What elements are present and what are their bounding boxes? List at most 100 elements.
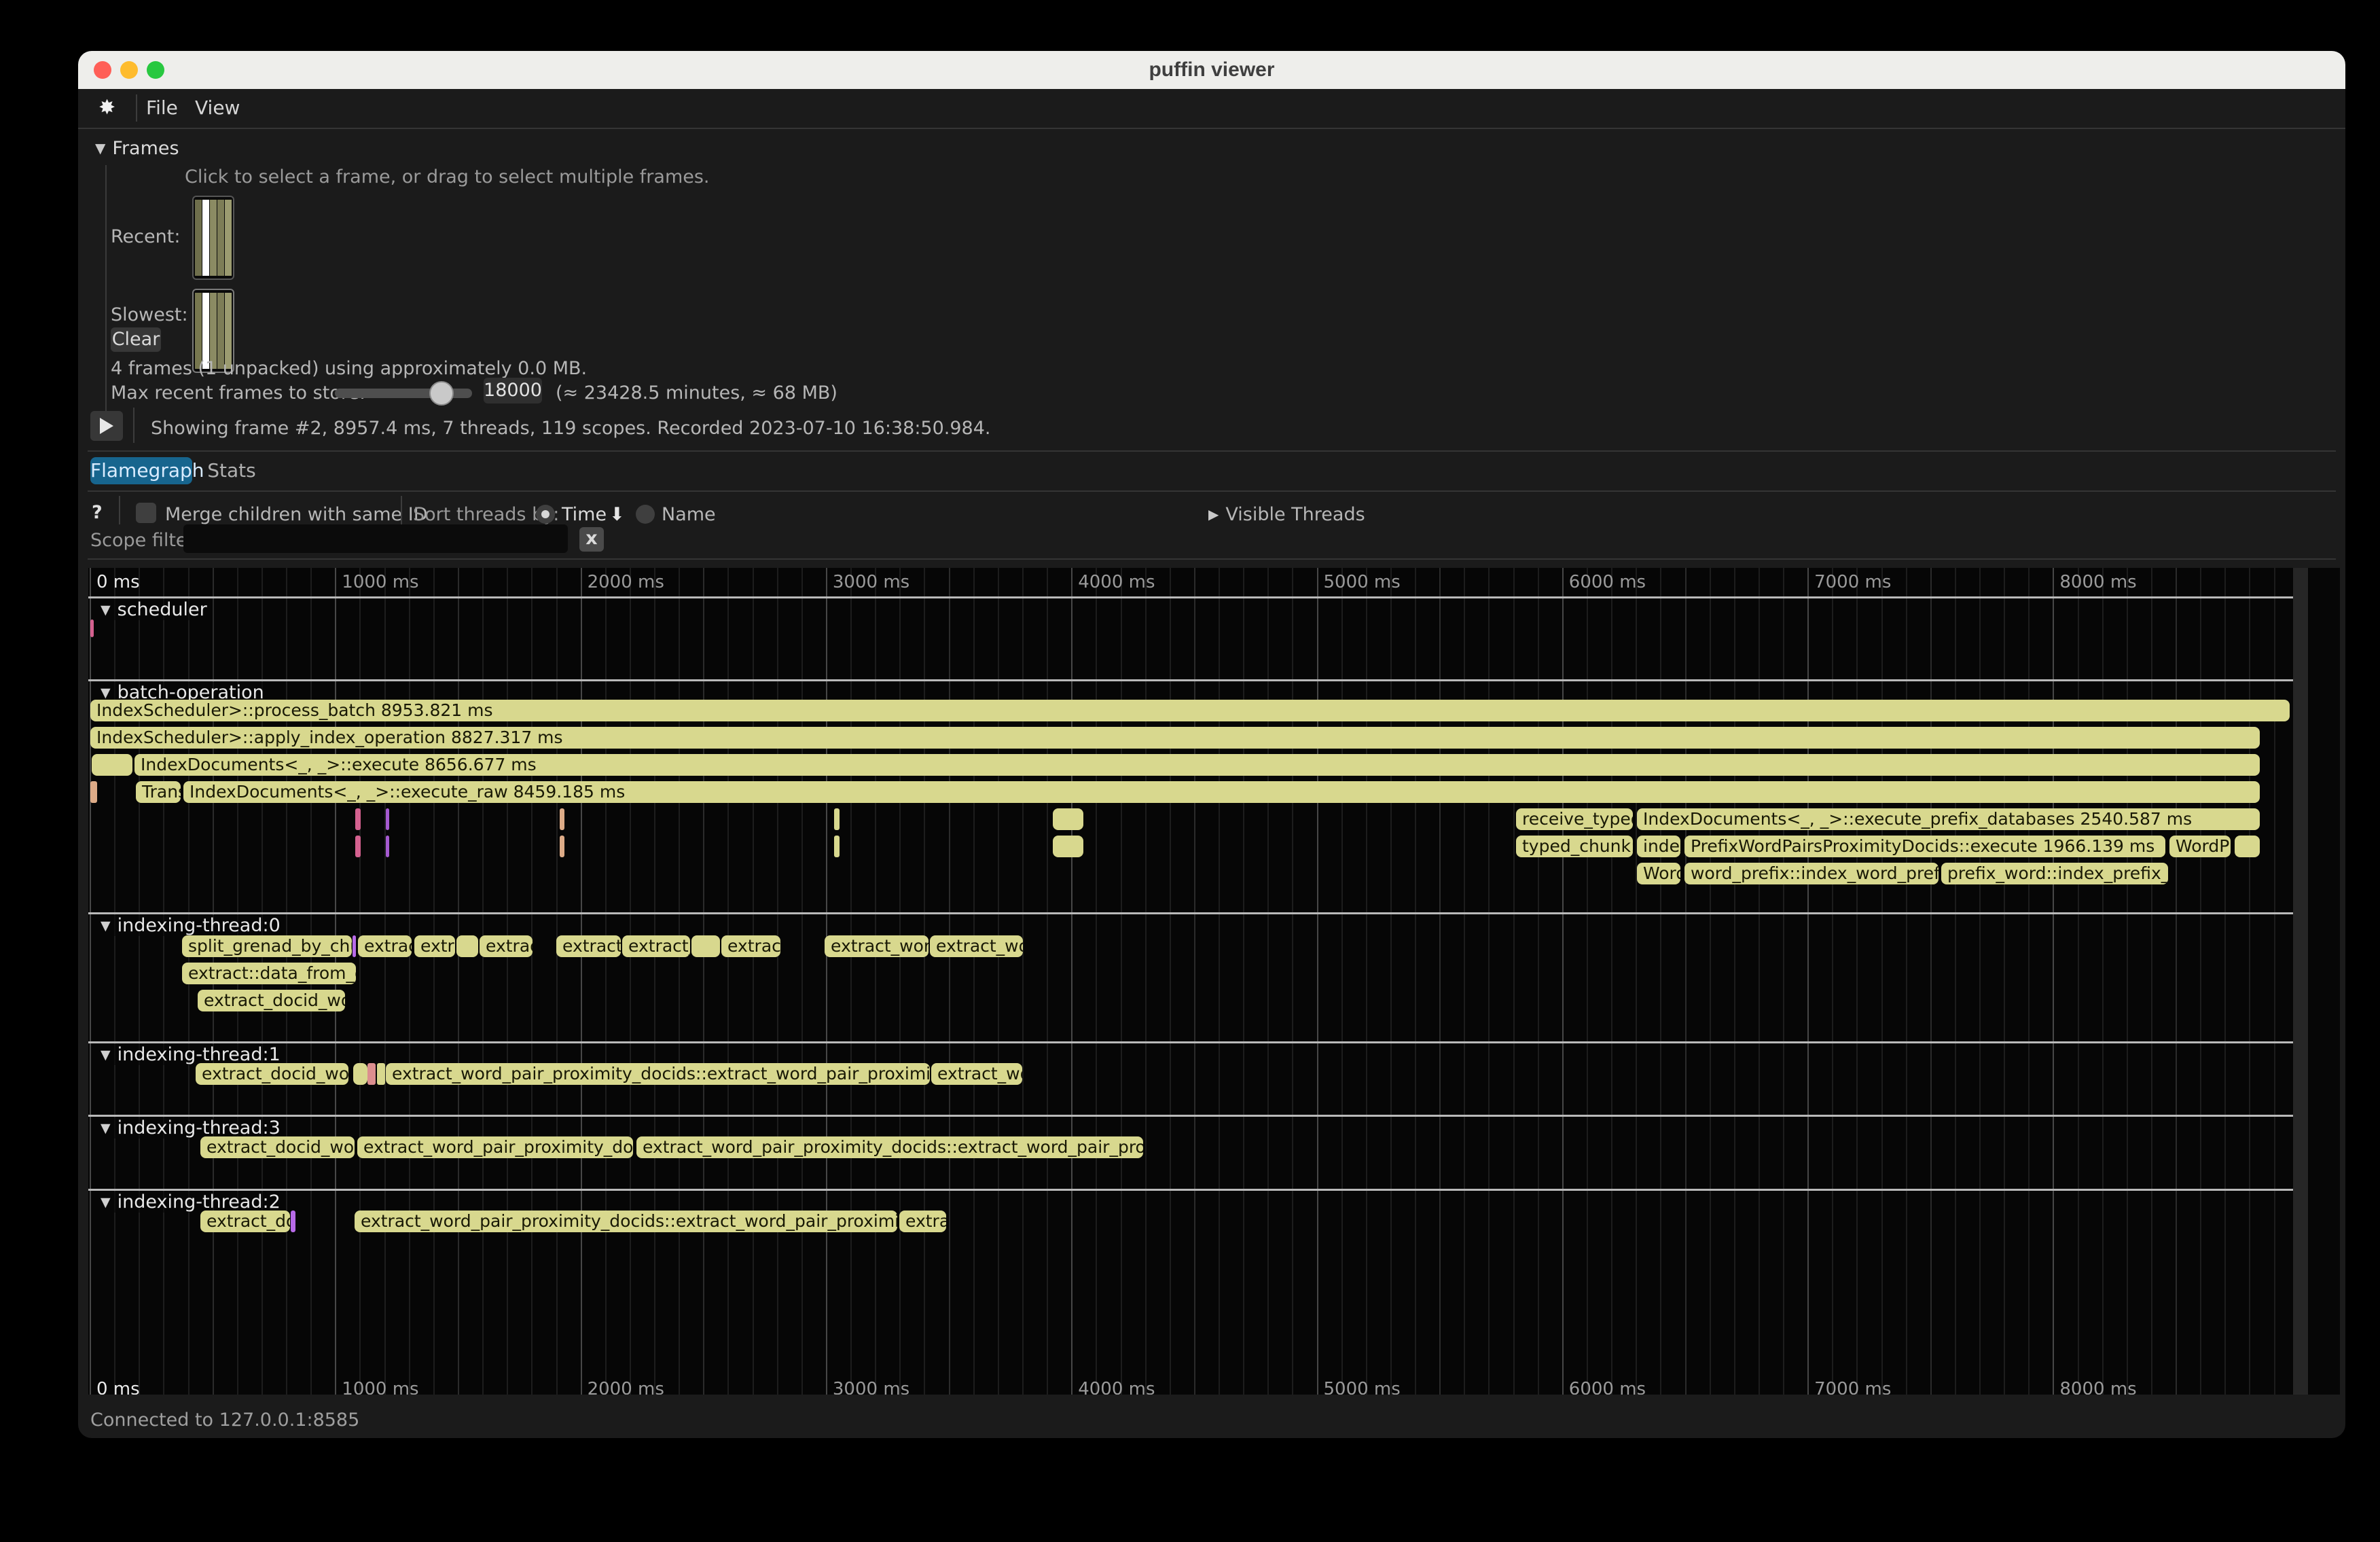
scope-bar[interactable]: PrefixWordPairsProximityDocids::execute … [1684,836,2165,857]
scope-bar[interactable] [1053,808,1083,830]
scope-bar[interactable] [834,808,840,830]
thread-header[interactable]: ▼indexing-thread:1 [95,1044,286,1065]
scope-bar[interactable]: extract_docid_word [198,990,345,1011]
scope-bar[interactable] [456,935,478,957]
scope-bar[interactable]: typed_chunk::w [1516,836,1633,857]
time-ruler-label: 8000 ms [2059,572,2136,592]
scope-bar[interactable] [90,781,97,803]
scope-bar[interactable] [367,1063,376,1085]
flamegraph-canvas[interactable]: 0 ms1000 ms2000 ms3000 ms4000 ms5000 ms6… [88,568,2340,1395]
scope-bar[interactable] [291,1211,295,1232]
scope-bar[interactable]: extract_wo [931,1063,1022,1085]
scope-bar[interactable] [386,808,389,830]
scope-bar[interactable] [1053,836,1083,857]
scope-bar[interactable]: extract [721,935,780,957]
recent-frames-thumbnail[interactable] [192,196,234,280]
time-ruler-label: 1000 ms [342,572,418,592]
scope-bar[interactable]: split_grenad_by_chun [182,935,352,957]
frames-section-header[interactable]: ▼Frames [95,138,179,159]
visible-threads-header[interactable]: ▶Visible Threads [1208,504,1365,525]
scope-bar[interactable]: extract_docid_word [196,1063,348,1085]
sort-by-name-radio[interactable] [636,505,655,524]
scope-bar[interactable]: extra [414,935,455,957]
scope-bar[interactable] [386,836,389,857]
scope-bar[interactable]: Trans [136,781,181,803]
scope-bar[interactable]: index [1637,836,1680,857]
gridline [1611,568,1612,1395]
scope-bar[interactable] [355,836,361,857]
scope-bar[interactable]: WordPr [2169,836,2231,857]
scope-bar[interactable]: IndexScheduler>::process_batch 8953.821 … [90,700,2290,721]
scope-bar[interactable]: extract_ [622,935,690,957]
scope-bar[interactable] [560,808,564,830]
scope-bar[interactable] [834,836,840,857]
gridline [1759,568,1760,1395]
sort-by-time-radio[interactable] [536,505,555,524]
play-pause-button[interactable] [90,411,123,441]
collapse-triangle-icon: ▼ [101,603,111,617]
gridline [2200,568,2201,1395]
scope-bar[interactable] [355,808,361,830]
gridline [2176,568,2177,1395]
merge-children-checkbox[interactable] [136,503,156,523]
time-ruler-label: 1000 ms [342,1379,418,1395]
scope-bar[interactable] [90,620,94,637]
max-frames-value[interactable]: 18000 [484,378,542,404]
gridline [727,568,729,1395]
scope-bar[interactable]: IndexDocuments<_, _>::execute 8656.677 m… [134,754,2260,776]
thread-header[interactable]: ▼indexing-thread:0 [95,915,286,936]
scope-bar[interactable] [2235,836,2260,857]
clear-filter-button[interactable]: x [579,527,604,552]
time-ruler-label: 3000 ms [833,1379,909,1395]
thread-header[interactable]: ▼scheduler [95,599,213,620]
scope-bar[interactable]: extract_word [825,935,928,957]
gridline [359,568,361,1395]
scope-bar[interactable]: extract_word_pair_proximity_docids::extr… [386,1063,930,1085]
menu-view[interactable]: View [195,89,240,126]
flamegraph-scrollbar[interactable] [2293,568,2308,1395]
scope-bar[interactable]: extract_word_pair_proximity_docids::extr… [355,1211,897,1232]
scope-bar[interactable] [353,935,356,957]
gridline [1243,568,1244,1395]
scope-bar[interactable]: IndexDocuments<_, _>::execute_raw 8459.1… [183,781,2260,803]
scope-bar[interactable]: IndexScheduler>::apply_index_operation 8… [90,727,2260,749]
tab-flamegraph[interactable]: Flamegraph [90,457,192,484]
scope-bar[interactable]: extrac [899,1211,946,1232]
clear-button[interactable]: Clear [111,327,161,352]
scope-bar[interactable]: extract::data_from_ob [182,963,356,984]
lane-separator [88,679,2293,681]
help-button[interactable]: ? [92,502,103,523]
recent-frame-stripe [225,200,232,276]
scope-bar[interactable]: extract_word_pair_proximity_docids::extr… [636,1136,1143,1158]
menu-file[interactable]: File [146,89,178,126]
scope-bar[interactable] [691,935,720,957]
scope-bar[interactable]: IndexDocuments<_, _>::execute_prefix_dat… [1637,808,2260,830]
gridline [2028,568,2030,1395]
gridline [1047,568,1048,1395]
scope-bar[interactable]: extract [358,935,412,957]
scope-bar[interactable]: Word [1637,863,1680,884]
gridline [433,568,435,1395]
theme-toggle-icon[interactable]: ✸ [98,96,115,120]
max-frames-slider-handle[interactable] [429,381,454,406]
scope-bar[interactable]: extract_wo [930,935,1023,957]
scope-bar[interactable]: prefix_word::index_prefix_wo [1941,863,2168,884]
tab-stats[interactable]: Stats [204,457,259,484]
scope-bar[interactable]: extract_docid_word [200,1136,355,1158]
gridline [1317,568,1318,1395]
scope-bar[interactable] [560,836,564,857]
scope-bar[interactable]: extract_ [556,935,621,957]
scope-bar[interactable]: receive_typed_ [1516,808,1633,830]
lane-separator [88,1041,2293,1043]
scope-bar[interactable]: extract_word_pair_proximity_docids [357,1136,633,1158]
scope-bar[interactable] [377,1063,385,1085]
scope-filter-input[interactable] [183,524,568,553]
scope-bar[interactable]: extrac [480,935,533,957]
scope-bar[interactable] [92,754,132,776]
thread-header[interactable]: ▼indexing-thread:3 [95,1117,286,1138]
thread-header[interactable]: ▼indexing-thread:2 [95,1191,286,1213]
scope-bar[interactable]: word_prefix::index_word_prefix_ [1684,863,1939,884]
scope-bar[interactable] [353,1063,367,1085]
scope-bar[interactable]: extract_doc [200,1211,290,1232]
gridline [458,568,459,1395]
